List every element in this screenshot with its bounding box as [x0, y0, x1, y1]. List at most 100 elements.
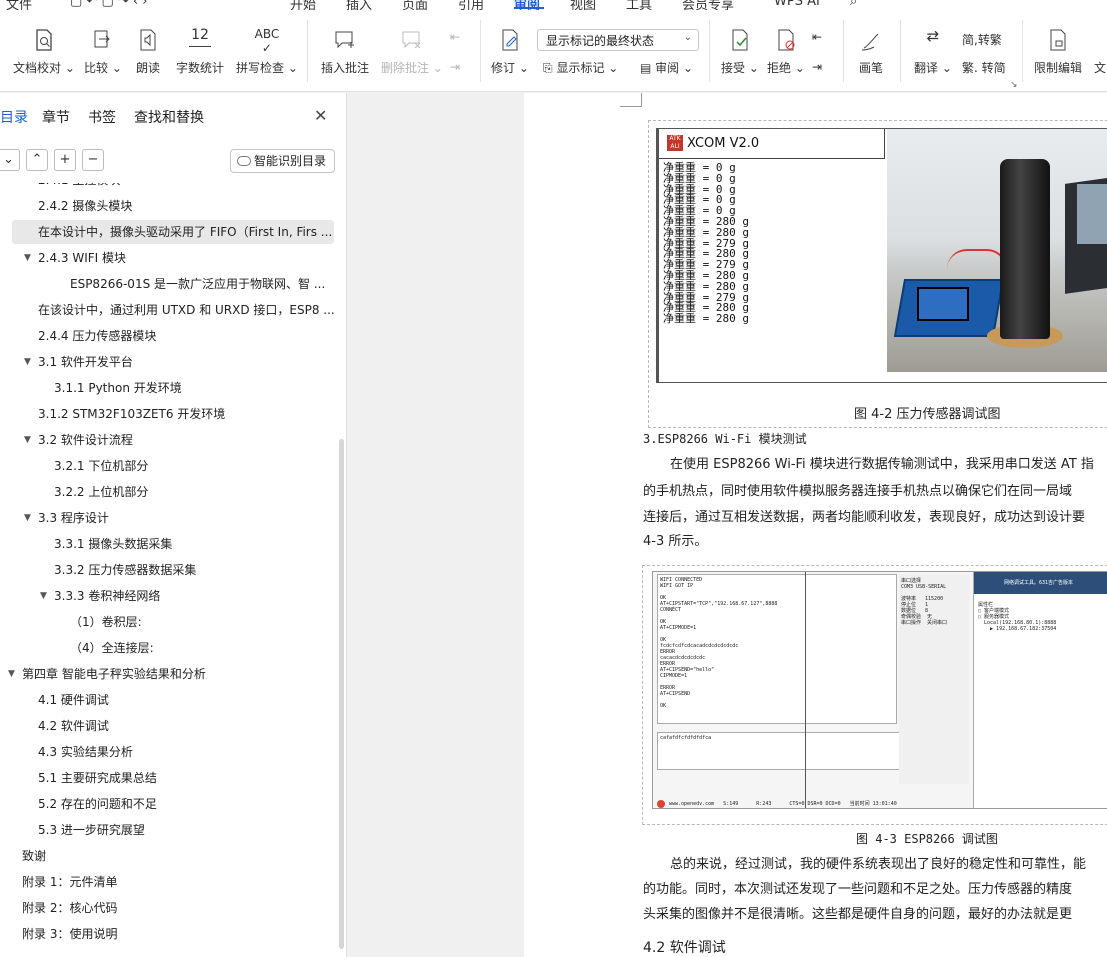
toc-item[interactable]: ▼ 3.1 软件开发平台: [0, 350, 338, 374]
menu-insert[interactable]: 插入: [346, 0, 372, 10]
toc-item[interactable]: 附录 3：使用说明: [0, 922, 338, 946]
delete-comment-button[interactable]: 删除批注 ⌄: [381, 27, 443, 76]
toc-item[interactable]: 3.3.2 压力传感器数据采集: [0, 558, 338, 582]
menu-view[interactable]: 视图: [570, 0, 596, 10]
toc-item[interactable]: ▼ 3.2 软件设计流程: [0, 428, 338, 452]
proofread-button[interactable]: 文档校对 ⌄: [13, 27, 75, 76]
toc-item[interactable]: ▼ 2.4.3 WIFI 模块: [0, 246, 338, 270]
menu-references[interactable]: 引用: [458, 0, 484, 10]
prev-comment-icon[interactable]: ⇤: [450, 30, 460, 44]
prev-change-icon[interactable]: ⇤: [812, 30, 822, 44]
read-aloud-button[interactable]: 朗读: [136, 27, 160, 76]
toc-item[interactable]: ▼ 第四章 智能电子秤实验结果和分析: [0, 662, 338, 686]
figure-4-3-image[interactable]: WIFI CONNECTED WIFI GOT IP OK AT+CIPSTAR…: [652, 571, 1107, 809]
expand-arrow-icon[interactable]: ▼: [24, 246, 31, 270]
menu-member[interactable]: 会员专享: [682, 0, 734, 10]
menu-tools[interactable]: 工具: [626, 0, 652, 10]
toc-item[interactable]: 4.1 硬件调试: [0, 688, 338, 712]
remove-heading-button[interactable]: −: [82, 149, 104, 171]
compare-button[interactable]: 比较 ⌄: [84, 27, 122, 76]
search-icon[interactable]: ⌕: [850, 0, 857, 9]
toc-item[interactable]: 4.3 实验结果分析: [0, 740, 338, 764]
accept-button[interactable]: 接受 ⌄: [721, 27, 759, 76]
tab-toc[interactable]: 目录: [0, 107, 28, 127]
expand-arrow-icon[interactable]: ▼: [8, 662, 15, 686]
expand-arrow-icon[interactable]: ▼: [24, 428, 31, 452]
close-icon[interactable]: ✕: [314, 106, 327, 125]
toc-item[interactable]: 2.4.2 摄像头模块: [0, 194, 338, 218]
tab-find-replace[interactable]: 查找和替换: [134, 107, 204, 127]
review-pane-label: 审阅: [655, 61, 680, 75]
toc-item-label: 3.2.2 上位机部分: [54, 485, 149, 499]
show-markup-button[interactable]: ⎘ 显示标记 ⌄: [543, 59, 618, 76]
active-tab-underline: [514, 7, 544, 9]
expand-up-button[interactable]: ⌃: [26, 149, 48, 171]
xcom-logo-icon: ATK ALI: [667, 135, 683, 151]
toc-item[interactable]: 5.1 主要研究成果总结: [0, 766, 338, 790]
menu-home[interactable]: 开始: [290, 0, 316, 10]
toc-item-label: 3.2 软件设计流程: [38, 433, 133, 447]
toc-scrollbar[interactable]: [339, 439, 344, 949]
markup-mode-value: 显示标记的最终状态: [546, 34, 655, 48]
toc-item-label: 3.3 程序设计: [38, 511, 109, 525]
toc-item[interactable]: 3.2.2 上位机部分: [0, 480, 338, 504]
tab-chapters[interactable]: 章节: [42, 107, 70, 127]
expand-arrow-icon[interactable]: ▼: [24, 350, 31, 374]
toc-item[interactable]: ESP8266-01S 是一款广泛应用于物联网、智 ...: [0, 272, 338, 296]
toc-item[interactable]: 2.4.4 压力传感器模块: [0, 324, 338, 348]
to-simplified-button[interactable]: 繁. 转简: [962, 59, 1006, 76]
toc-item[interactable]: 5.3 进一步研究展望: [0, 818, 338, 842]
reject-button[interactable]: 拒绝 ⌄: [767, 27, 805, 76]
figure-4-2-image[interactable]: ATK ALI XCOM V2.0 净重重 = 0 g 净重重 = 0 g 净重重 =…: [656, 128, 1107, 383]
menu-quick-icons[interactable]: ▢ ↶ ▢ ↷ ‹ ›: [70, 0, 147, 9]
word-count-button[interactable]: 12 字数统计: [176, 27, 224, 76]
pen-button[interactable]: 画笔: [859, 27, 883, 76]
expand-arrow-icon[interactable]: ▼: [40, 584, 47, 608]
toc-item[interactable]: 3.1.2 STM32F103ZET6 开发环境: [0, 402, 338, 426]
terminal-receive-area: WIFI CONNECTED WIFI GOT IP OK AT+CIPSTAR…: [657, 574, 897, 724]
restrict-edit-button[interactable]: 限制编辑: [1034, 27, 1082, 76]
revise-button[interactable]: 修订 ⌄: [491, 27, 529, 76]
section-heading: 3.ESP8266 Wi-Fi 模块测试: [643, 432, 807, 446]
toc-item[interactable]: 3.3.1 摄像头数据采集: [0, 532, 338, 556]
to-traditional-button[interactable]: 简,转繁: [962, 31, 1002, 48]
toc-item[interactable]: 致谢: [0, 844, 338, 868]
menu-page[interactable]: 页面: [402, 0, 428, 10]
review-pane-button[interactable]: ▤ 审阅 ⌄: [640, 59, 693, 76]
next-comment-icon[interactable]: ⇥: [450, 60, 460, 74]
markup-mode-select[interactable]: 显示标记的最终状态 ⌄: [537, 29, 699, 51]
toc-item[interactable]: 附录 2：核心代码: [0, 896, 338, 920]
toc-item[interactable]: 附录 1：元件清单: [0, 870, 338, 894]
expand-arrow-icon[interactable]: ▼: [24, 506, 31, 530]
toc-item[interactable]: （4）全连接层:: [0, 636, 338, 660]
accept-label: 接受: [721, 61, 746, 75]
revise-icon: [502, 29, 518, 51]
toc-item[interactable]: （1）卷积层:: [0, 610, 338, 634]
toc-item[interactable]: 在该设计中，通过利用 UTXD 和 URXD 接口，ESP8 ...: [0, 298, 338, 322]
photo-laptop-screen: [1077, 184, 1107, 244]
tab-bookmarks[interactable]: 书签: [88, 107, 116, 127]
toc-item[interactable]: 3.2.1 下位机部分: [0, 454, 338, 478]
page-corner-mark: [620, 93, 642, 107]
doc-partial-button[interactable]: 文: [1094, 59, 1106, 76]
toc-item[interactable]: ▼ 3.3 程序设计: [0, 506, 338, 530]
translate-label: 翻译: [914, 61, 939, 75]
toc-item[interactable]: 3.1.1 Python 开发环境: [0, 376, 338, 400]
dialog-launcher-icon[interactable]: ↘: [1010, 80, 1018, 90]
word-count-icon: 12: [189, 27, 211, 47]
toc-item[interactable]: 2.4.1 主控模块: [0, 183, 338, 192]
spell-check-button[interactable]: ABC ✓ 拼写检查 ⌄: [236, 27, 298, 76]
smart-toc-button[interactable]: 智能识别目录: [230, 149, 335, 173]
toc-item[interactable]: 在本设计中，摄像头驱动采用了 FIFO（First In, Firs ...: [12, 220, 334, 244]
proofread-label: 文档校对: [13, 61, 62, 75]
insert-comment-button[interactable]: 插入批注: [321, 27, 369, 76]
next-change-icon[interactable]: ⇥: [812, 60, 822, 74]
toc-item[interactable]: 5.2 存在的问题和不足: [0, 792, 338, 816]
toc-item[interactable]: 4.2 软件调试: [0, 714, 338, 738]
menu-wps-ai[interactable]: WPS AI: [774, 0, 820, 9]
add-heading-button[interactable]: +: [54, 149, 76, 171]
toc-item[interactable]: ▼ 3.3.3 卷积神经网络: [0, 584, 338, 608]
translate-button[interactable]: ⇄ 翻译 ⌄: [914, 27, 952, 76]
collapse-down-button[interactable]: ⌄: [0, 149, 20, 171]
menu-file[interactable]: 文件: [6, 0, 32, 10]
